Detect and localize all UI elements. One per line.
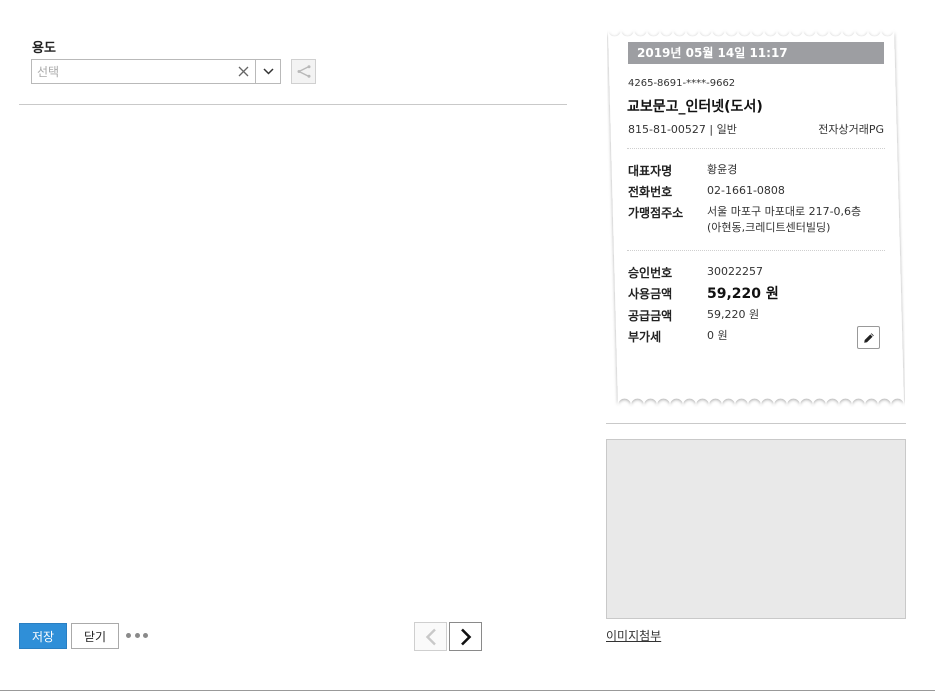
pencil-icon[interactable] [857,326,880,349]
supply-label: 공급금액 [628,309,673,323]
usage-select-input[interactable] [32,60,231,83]
receipt-image-placeholder[interactable] [606,439,906,619]
bottom-divider [0,690,935,691]
receipt-separator [627,250,885,251]
chevron-left-icon[interactable] [414,622,447,651]
more-dots-icon[interactable] [126,628,148,642]
receipt-card: 2019년 05월 14일 11:17 4265-8691-****-9662 … [607,27,905,407]
receipt-datetime: 2019년 05월 14일 11:17 [628,42,884,64]
vat-label: 부가세 [628,330,662,344]
card-number: 4265-8691-****-9662 [628,78,736,89]
share-icon[interactable] [291,59,316,84]
usage-select[interactable] [31,59,281,84]
section-divider [19,104,567,105]
phone-value: 02-1661-0808 [707,184,785,197]
close-icon[interactable] [231,60,255,83]
close-button[interactable]: 닫기 [71,623,119,649]
vat-value: 0 원 [707,329,728,342]
address-line1: 서울 마포구 마포대로 217-0,6층 [707,205,862,218]
store-name: 교보문고_인터넷(도서) [627,99,763,115]
receipt-separator [627,148,885,149]
save-button[interactable]: 저장 [19,623,67,649]
amount-value: 59,220 원 [707,286,779,302]
amount-label: 사용금액 [628,287,673,301]
approval-label: 승인번호 [628,266,673,280]
rep-label: 대표자명 [628,164,673,178]
pg-type: 전자상거래PG [818,123,884,136]
usage-label: 용도 [32,41,56,56]
chevron-down-icon[interactable] [255,60,280,83]
address-label: 가맹점주소 [628,206,684,220]
rep-value: 황윤경 [707,163,738,176]
supply-value: 59,220 원 [707,308,760,321]
section-divider [606,423,906,424]
chevron-right-icon[interactable] [449,622,482,651]
phone-label: 전화번호 [628,185,673,199]
attach-image-link[interactable]: 이미지첨부 [606,627,661,644]
approval-value: 30022257 [707,265,763,278]
address-line2: (아현동,크레디트센터빌딩) [707,221,831,234]
business-info: 815-81-00527 | 일반 [628,123,737,136]
